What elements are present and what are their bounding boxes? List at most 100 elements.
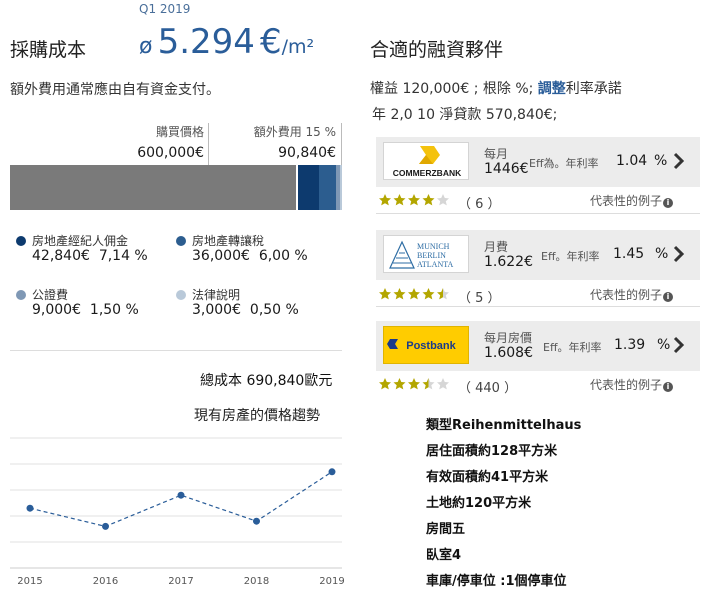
star-icon [379, 194, 391, 206]
financing-partners-title: 合適的融資夥伴 [370, 39, 504, 61]
legend-percent: 7,14 % [98, 248, 148, 264]
info-icon: i [663, 292, 674, 302]
representative-example[interactable]: 代表性的例子 i [590, 376, 674, 393]
cost-breakdown-bar [10, 165, 342, 210]
monthly-rate: 1446€ [484, 161, 529, 177]
review-count: （ 5 ） [458, 291, 501, 306]
series-line [29, 471, 333, 528]
offer-row-postbank[interactable]: Postbank 每月房價 1.608€ Eff。年利率 1.39 % [376, 321, 700, 371]
star-icon [379, 378, 391, 390]
rate-label: 每月 [484, 147, 509, 161]
data-point [253, 517, 260, 525]
star-icon [393, 288, 406, 300]
legend-value-broker: 42,840€ 7,14 % [32, 248, 148, 264]
data-point [26, 504, 34, 512]
legend-amount: 42,840€ [32, 248, 90, 264]
extra-costs-value: 90,840€ [278, 145, 336, 161]
legend-dot-broker [16, 236, 26, 246]
star-icon [379, 288, 391, 300]
legend-label: 房地產經紀人佣金 [32, 234, 129, 248]
star-icon [437, 378, 449, 390]
row-divider [376, 306, 700, 307]
legend-dot-notary [16, 290, 26, 300]
rating-stars [379, 288, 449, 300]
effective-rate-label: Eff為。年利率 [529, 157, 599, 170]
info-icon: i [663, 382, 674, 392]
price-currency: € [260, 22, 282, 62]
legend-value-transfer-tax: 36,000€ 6,00 % [192, 248, 308, 264]
bedrooms: 臥室4 [426, 548, 462, 563]
garage-parking: 車庫/停車位 :1個停車位 [426, 574, 567, 589]
extra-costs-note: 額外費用通常應由自有資金支付。 [10, 82, 220, 98]
legend-dot-transfer-tax [176, 236, 186, 246]
x-tick-label: 2019 [319, 576, 344, 587]
offer-row-mba[interactable]: MUNICH BERLIN ATLANTA 月費 1.622€ Eff。年利率 … [376, 230, 700, 280]
munich-berlin-atlanta-logo: MUNICH BERLIN ATLANTA [383, 235, 469, 273]
legend-label: 公證費 [32, 288, 69, 302]
effective-rate: 1.04 [616, 153, 648, 169]
star-icon [408, 194, 420, 206]
total-cost: 總成本 690,840歐元 [200, 373, 333, 389]
land-area: 土地約120平方米 [426, 496, 532, 511]
bar-segment-transfer-tax [318, 165, 337, 210]
representative-example[interactable]: 代表性的例子 i [590, 286, 674, 303]
usable-area: 有效面積約41平方米 [426, 470, 549, 485]
bar-segment-legal [340, 165, 342, 210]
average-symbol: ø [139, 34, 153, 59]
representative-example[interactable]: 代表性的例子 i [590, 192, 674, 209]
financing-equity-text: 權益 120,000€ ; 根除 %; [370, 81, 534, 97]
bar-segment-purchase [10, 165, 299, 210]
row-divider [376, 213, 700, 214]
chevron-right-icon[interactable] [671, 335, 685, 355]
data-point [177, 491, 185, 499]
effective-rate: 1.39 [614, 337, 646, 353]
quarter-label: Q1 2019 [139, 2, 191, 16]
legend-percent: 1,50 % [89, 302, 139, 318]
legend-percent: 0,50 % [249, 302, 299, 318]
legend-amount: 36,000€ [192, 248, 250, 264]
legend-value-notary: 9,000€ 1,50 % [32, 302, 139, 318]
legend-label: 法律說明 [192, 288, 241, 302]
star-icon [422, 194, 435, 206]
chevron-right-icon[interactable] [671, 151, 685, 171]
legend-label: 房地產轉讓稅 [192, 234, 265, 248]
data-point [102, 522, 109, 530]
rating-stars [379, 378, 449, 390]
offer-row-commerzbank[interactable]: COMMERZBANK 每月 1446€ Eff為。年利率 1.04 % [376, 137, 700, 187]
bank-name-line: MUNICH [417, 242, 450, 251]
data-point [328, 468, 336, 476]
legend-legal: 法律說明 [176, 286, 240, 303]
purchase-price-value: 600,000€ [137, 145, 204, 161]
chevron-right-icon[interactable] [671, 244, 685, 264]
example-label: 代表性的例子 [590, 288, 663, 302]
rate-label: 每月房價 [484, 331, 533, 345]
x-tick-label: 2018 [244, 576, 269, 587]
percent-sign: % [657, 337, 671, 353]
legend-dot-legal [176, 290, 186, 300]
postbank-logo: Postbank [383, 326, 469, 364]
star-icon [408, 378, 420, 390]
monthly-rate: 1.622€ [484, 254, 533, 270]
review-count: （ 6 ） [458, 197, 501, 212]
rate-label: 月費 [484, 240, 509, 254]
price-unit: /m² [281, 36, 315, 58]
financing-loan-text: 年 2,0 10 淨貸款 570,840€; [372, 107, 558, 123]
price-value: 5.294 [157, 22, 255, 62]
percent-sign: % [654, 153, 668, 169]
effective-rate-label: Eff。年利率 [541, 250, 600, 263]
effective-rate-label: Eff。年利率 [543, 341, 602, 354]
info-icon: i [663, 198, 674, 208]
legend-percent: 6,00 % [258, 248, 308, 264]
rooms: 房間五 [426, 522, 466, 537]
legend-amount: 9,000€ [32, 302, 81, 318]
star-icon [422, 378, 435, 390]
x-tick-label: 2016 [93, 576, 118, 587]
star-icon [408, 288, 420, 300]
financing-parameters: 權益 120,000€ ; 根除 %; 調整利率承諾 [370, 78, 622, 98]
bank-name-line: ATLANTA [417, 260, 453, 269]
bank-name: Postbank [406, 340, 456, 352]
extra-costs-label: 額外費用 15 % [253, 125, 336, 139]
monthly-rate: 1.608€ [484, 345, 533, 361]
adjust-link[interactable]: 調整 [538, 81, 566, 97]
bank-name: COMMERZBANK [393, 168, 462, 178]
